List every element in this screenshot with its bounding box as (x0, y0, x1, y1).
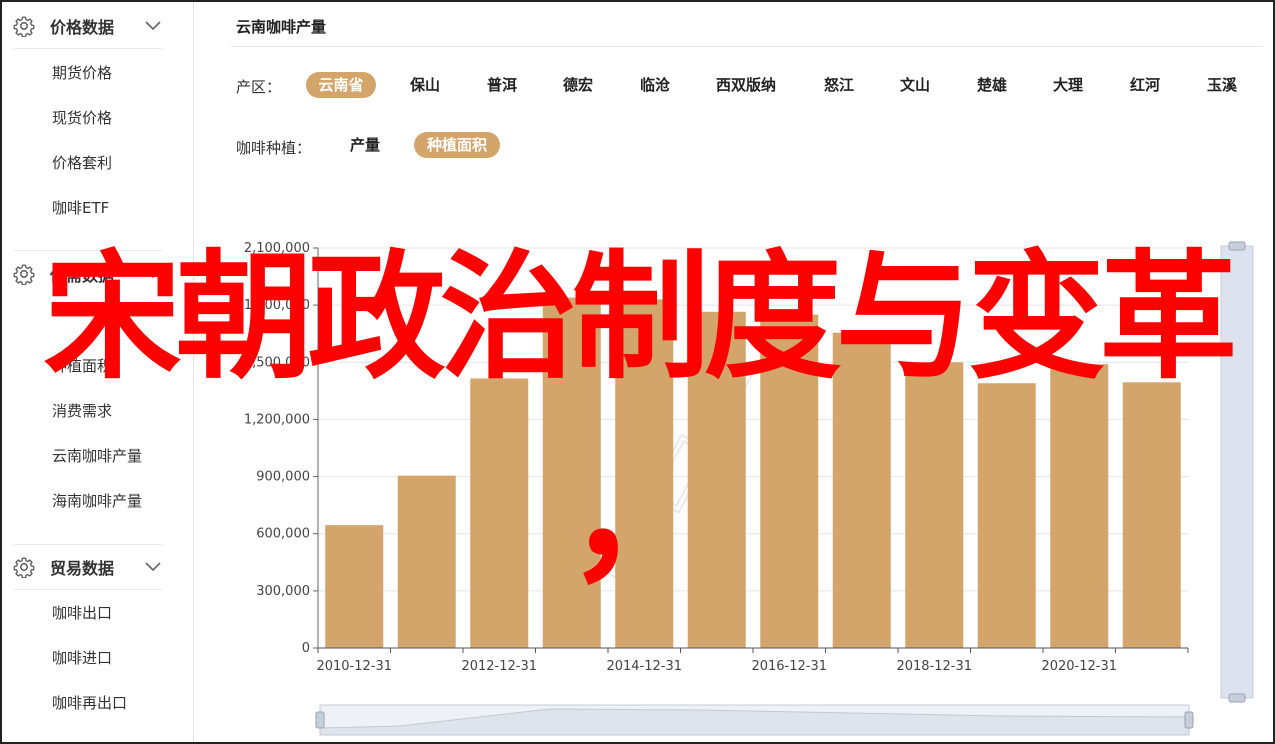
x-tick-label: 2018-12-31 (896, 659, 972, 674)
vertical-zoom-slider[interactable] (1220, 241, 1254, 703)
y-tick-label: 300,000 (256, 584, 310, 599)
chart-bars (325, 297, 1181, 648)
chart-bar (615, 299, 674, 648)
y-tick-label: 600,000 (256, 527, 310, 542)
chart-bar (1122, 382, 1181, 648)
chart-bar (832, 332, 891, 648)
y-tick-label: 1,800,000 (244, 298, 310, 313)
chart-bar (760, 314, 819, 648)
y-tick-label: 1,500,000 (244, 355, 310, 370)
chart-bar (905, 362, 964, 648)
zoom-handle-bottom[interactable] (1228, 693, 1246, 703)
y-tick-label: 0 (302, 641, 310, 656)
chart-bar (687, 311, 746, 648)
zoom-handle-right[interactable] (1184, 711, 1194, 729)
chart-bar (397, 475, 456, 648)
x-tick-label: 2020-12-31 (1041, 659, 1117, 674)
bar-chart: ▭▭▭ 0300,000600,000900,0001,200,0001,500… (244, 241, 1254, 736)
x-tick-label: 2012-12-31 (461, 659, 537, 674)
y-tick-label: 2,100,000 (244, 241, 310, 256)
chart-bar (325, 525, 384, 648)
y-tick-label: 900,000 (256, 470, 310, 485)
chart-bar (470, 378, 529, 648)
x-tick-label: 2014-12-31 (606, 659, 682, 674)
horizontal-zoom-slider[interactable] (315, 704, 1194, 736)
x-axis: 2010-12-31 2012-12-31 2014-12-31 2016-12-31… (316, 647, 1189, 674)
chart-bar (977, 383, 1036, 648)
x-tick-label: 2010-12-31 (316, 659, 392, 674)
x-tick-label: 2016-12-31 (751, 659, 827, 674)
y-tick-label: 1,200,000 (244, 412, 310, 427)
chart-bar (542, 297, 601, 648)
zoom-handle-top[interactable] (1228, 241, 1246, 251)
chart-bar (1050, 364, 1109, 648)
y-axis-ticks: 0 300,000 600,000 900,000 1,200,000 1,500,000… (244, 241, 319, 656)
zoom-handle-left[interactable] (315, 711, 325, 729)
